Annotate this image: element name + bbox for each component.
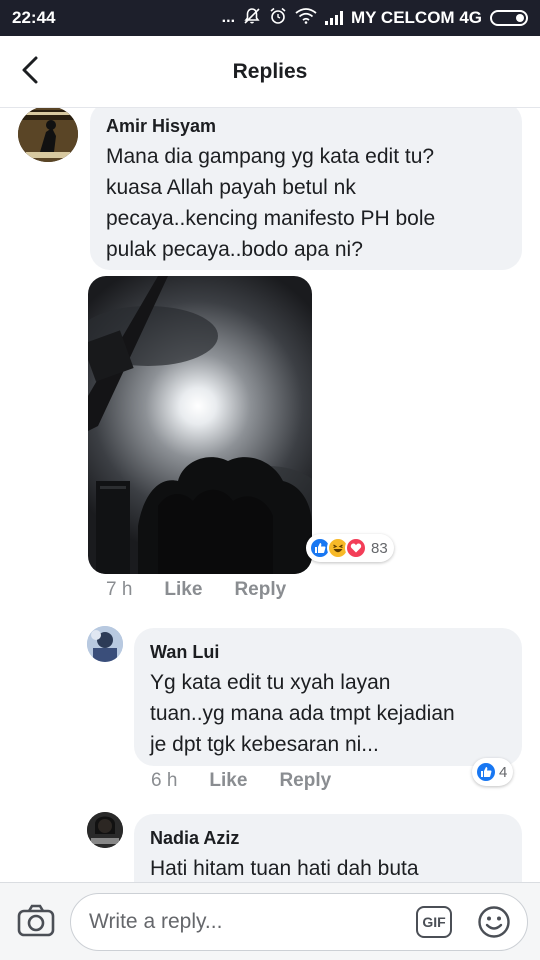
smiley-icon bbox=[477, 906, 511, 943]
comment-bubble[interactable]: Wan Lui Yg kata edit tu xyah layan tuan.… bbox=[134, 628, 522, 766]
comment-text-line: Yg kata edit tu xyah layan bbox=[150, 671, 391, 694]
comment-author[interactable]: Nadia Aziz bbox=[150, 828, 506, 849]
gif-button[interactable]: GIF bbox=[416, 906, 452, 938]
signal-icon bbox=[325, 11, 344, 25]
comment-author[interactable]: Wan Lui bbox=[150, 642, 506, 663]
comment-photo[interactable] bbox=[88, 276, 312, 574]
comment-text-line: kuasa Allah payah betul nk bbox=[106, 176, 356, 199]
like-button[interactable]: Like bbox=[164, 579, 202, 601]
page-title: Replies bbox=[232, 59, 308, 83]
comment-actions: 7 h Like Reply bbox=[106, 579, 286, 601]
gif-label: GIF bbox=[422, 914, 446, 930]
camera-button[interactable] bbox=[16, 901, 56, 941]
status-bar: 22:44 ... MY CELCOM 4G bbox=[0, 0, 540, 36]
wifi-icon bbox=[295, 7, 317, 29]
emoji-button[interactable] bbox=[477, 905, 511, 939]
comment-text-line: Hati hitam tuan hati dah buta bbox=[150, 857, 419, 880]
reply-composer: GIF bbox=[0, 882, 540, 960]
header: Replies bbox=[0, 36, 540, 108]
comment-text-line: je dpt tgk kebesaran ni... bbox=[150, 733, 379, 756]
avatar[interactable] bbox=[18, 108, 78, 162]
reaction-summary[interactable]: 4 bbox=[472, 758, 514, 786]
reaction-summary[interactable]: 83 bbox=[306, 534, 394, 562]
camera-icon bbox=[16, 904, 56, 945]
comment-text-line: tuan..yg mana ada tmpt kejadian bbox=[150, 702, 455, 725]
reply-button[interactable]: Reply bbox=[279, 770, 331, 792]
reply-input[interactable] bbox=[70, 893, 528, 951]
carrier-label: MY CELCOM 4G bbox=[351, 8, 482, 27]
avatar[interactable] bbox=[87, 812, 123, 848]
mute-bell-icon bbox=[243, 7, 261, 30]
comment-actions: 6 h Like Reply bbox=[151, 770, 331, 792]
reply-button[interactable]: Reply bbox=[234, 579, 286, 601]
chevron-left-icon bbox=[19, 55, 41, 90]
comment-timestamp: 6 h bbox=[151, 770, 178, 791]
like-button[interactable]: Like bbox=[209, 770, 247, 792]
status-right: ... MY CELCOM 4G bbox=[222, 7, 528, 30]
love-reaction-icon bbox=[345, 537, 367, 559]
alarm-icon bbox=[269, 7, 287, 30]
comment-timestamp: 7 h bbox=[106, 579, 133, 600]
comment-bubble[interactable]: Nadia Aziz Hati hitam tuan hati dah buta bbox=[134, 814, 522, 882]
avatar[interactable] bbox=[87, 626, 123, 662]
more-dots-icon: ... bbox=[221, 9, 236, 26]
battery-icon bbox=[490, 10, 528, 26]
comment-text-line: Mana dia gampang yg kata edit tu? bbox=[106, 145, 435, 168]
reaction-count: 83 bbox=[371, 539, 388, 557]
back-button[interactable] bbox=[12, 54, 48, 90]
like-reaction-icon bbox=[475, 761, 497, 783]
reaction-count: 4 bbox=[499, 763, 508, 781]
status-time: 22:44 bbox=[12, 8, 56, 27]
comment-bubble[interactable]: Amir Hisyam Mana dia gampang yg kata edi… bbox=[90, 108, 522, 270]
replies-list: Amir Hisyam Mana dia gampang yg kata edi… bbox=[0, 108, 540, 882]
comment-author[interactable]: Amir Hisyam bbox=[106, 116, 506, 137]
comment-text-line: pecaya..kencing manifesto PH bole bbox=[106, 207, 436, 230]
comment-text-line: pulak pecaya..bodo apa ni? bbox=[106, 238, 363, 261]
